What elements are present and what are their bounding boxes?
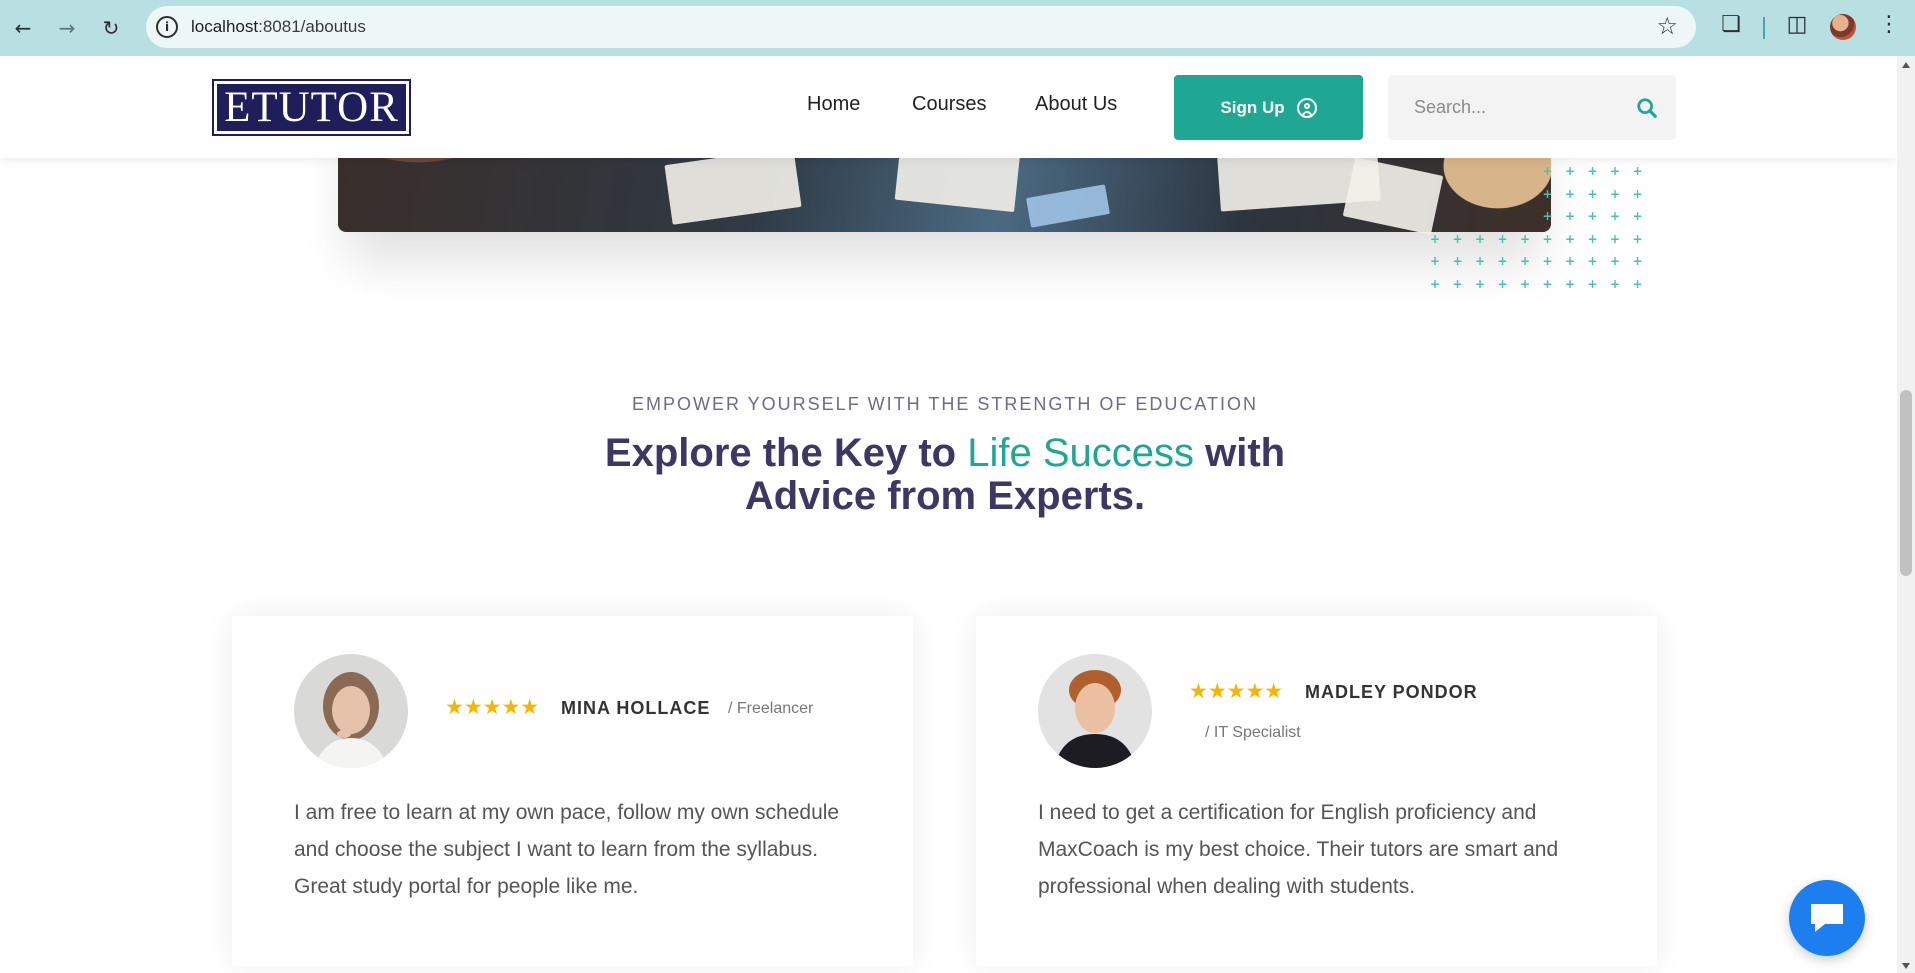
decorative-dot: + (1520, 276, 1531, 291)
forward-icon[interactable]: → (52, 13, 82, 43)
decorative-dot: + (1542, 164, 1553, 178)
reload-icon[interactable]: ↻ (96, 13, 126, 43)
decorative-dot: + (1542, 231, 1553, 246)
chat-button[interactable] (1789, 880, 1865, 956)
decorative-dot: + (1497, 254, 1508, 268)
nav-about-us[interactable]: About Us (1035, 93, 1117, 116)
testimonial-card: ★★★★★ MINA HOLLACE / Freelancer I am fre… (232, 616, 913, 966)
page-viewport: + + + + + + + + + + + + + + + + + + + + + + + + + + + + + + + + + + + + + + + +… (0, 56, 1897, 973)
avatar (294, 654, 408, 768)
decorative-dot: + (1542, 254, 1553, 268)
testimonial-quote: I am free to learn at my own pace, follo… (294, 801, 840, 898)
section-eyebrow: EMPOWER YOURSELF WITH THE STRENGTH OF ED… (631, 394, 1259, 414)
decorative-dot: + (1430, 231, 1441, 246)
scroll-down-arrow-icon[interactable] (1902, 963, 1910, 969)
decorative-dot: + (1632, 254, 1643, 268)
decorative-dot: + (1610, 254, 1621, 268)
decorative-dot: + (1452, 231, 1463, 246)
sign-up-label: Sign Up (1220, 97, 1285, 117)
search-input[interactable] (1388, 75, 1618, 140)
reviewer-name: MINA HOLLACE (561, 698, 711, 718)
decorative-dot: + (1542, 209, 1553, 223)
sign-up-button[interactable]: Sign Up (1174, 75, 1363, 140)
url-host: localhost (191, 17, 259, 36)
decorative-dot: + (1587, 254, 1598, 268)
rating-stars: ★★★★★ (1189, 679, 1284, 703)
toolbar-divider (1763, 17, 1765, 39)
decorative-dot: + (1565, 276, 1576, 291)
decorative-dot: + (1632, 209, 1643, 223)
decorative-dot: + (1610, 186, 1621, 201)
decorative-dot: + (1542, 276, 1553, 291)
nav-courses[interactable]: Courses (912, 93, 986, 116)
decorative-dot: + (1587, 164, 1598, 178)
testimonial-card: ★★★★★ MADLEY PONDOR / IT Specialist I ne… (976, 616, 1657, 966)
decorative-dot: + (1542, 186, 1553, 201)
decorative-dot: + (1475, 231, 1486, 246)
site-header: ETUTOR Home Courses About Us Sign Up (0, 56, 1897, 158)
decorative-dot: + (1497, 231, 1508, 246)
scroll-up-arrow-icon[interactable] (1902, 62, 1910, 68)
site-logo[interactable]: ETUTOR (212, 79, 411, 136)
reviewer-name: MADLEY PONDOR (1305, 682, 1478, 702)
decorative-dot: + (1520, 231, 1531, 246)
page-scrollbar[interactable] (1897, 56, 1915, 973)
bookmark-star-icon[interactable]: ☆ (1656, 12, 1678, 40)
decorative-dot: + (1565, 231, 1576, 246)
decorative-dot: + (1565, 186, 1576, 201)
nav-home[interactable]: Home (807, 93, 860, 116)
side-panel-icon[interactable]: ◫ (1782, 12, 1812, 37)
heading-part-1: Explore the Key to (604, 431, 968, 475)
section-heading: Explore the Key to Life Success with Adv… (545, 432, 1345, 518)
decorative-dot: + (1587, 186, 1598, 201)
decorative-dot: + (1475, 254, 1486, 268)
testimonial-quote: I need to get a certification for Englis… (1038, 801, 1559, 898)
logo-text: ETUTOR (217, 84, 406, 131)
url-text[interactable]: localhost:8081/aboutus (191, 17, 366, 37)
search-icon[interactable] (1636, 97, 1658, 119)
browser-toolbar: ← → ↻ i localhost:8081/aboutus ☆ ❏ ◫ ⋮ (0, 0, 1915, 56)
reviewer-role: / IT Specialist (1205, 724, 1301, 741)
rating-stars: ★★★★★ (445, 695, 540, 719)
decorative-dot: + (1610, 231, 1621, 246)
decorative-dot: + (1632, 164, 1643, 178)
decorative-dot-pattern: + + + + + + + + + + + + + + + + + + + + + + + + + + + + + + + + + + + + + + + +… (1430, 164, 1660, 294)
decorative-dot: + (1632, 186, 1643, 201)
decorative-dot: + (1497, 276, 1508, 291)
url-path: :8081/aboutus (258, 17, 366, 36)
decorative-dot: + (1610, 164, 1621, 178)
decorative-dot: + (1475, 276, 1486, 291)
decorative-dot: + (1632, 231, 1643, 246)
decorative-dot: + (1565, 209, 1576, 223)
scrollbar-thumb[interactable] (1900, 390, 1912, 576)
decorative-dot: + (1565, 164, 1576, 178)
profile-avatar[interactable] (1830, 14, 1856, 40)
extensions-puzzle-icon[interactable]: ❏ (1716, 12, 1746, 37)
decorative-dot: + (1452, 254, 1463, 268)
back-icon[interactable]: ← (8, 13, 38, 43)
kebab-menu-icon[interactable]: ⋮ (1878, 12, 1900, 37)
info-icon[interactable]: i (156, 16, 178, 38)
decorative-dot: + (1587, 276, 1598, 291)
decorative-dot: + (1430, 276, 1441, 291)
decorative-dot: + (1632, 276, 1643, 291)
decorative-dot: + (1610, 209, 1621, 223)
reviewer-role: / Freelancer (728, 700, 814, 717)
decorative-dot: + (1587, 209, 1598, 223)
decorative-dot: + (1587, 231, 1598, 246)
heading-accent: Life Success (967, 431, 1194, 475)
decorative-dot: + (1565, 254, 1576, 268)
chat-bubble-icon (1811, 904, 1843, 932)
avatar (1038, 654, 1152, 768)
decorative-dot: + (1452, 276, 1463, 291)
user-circle-icon (1296, 97, 1317, 118)
decorative-dot: + (1610, 276, 1621, 291)
decorative-dot: + (1520, 254, 1531, 268)
search-box (1388, 75, 1676, 140)
decorative-dot: + (1430, 254, 1441, 268)
address-bar[interactable]: i localhost:8081/aboutus ☆ (146, 6, 1696, 48)
